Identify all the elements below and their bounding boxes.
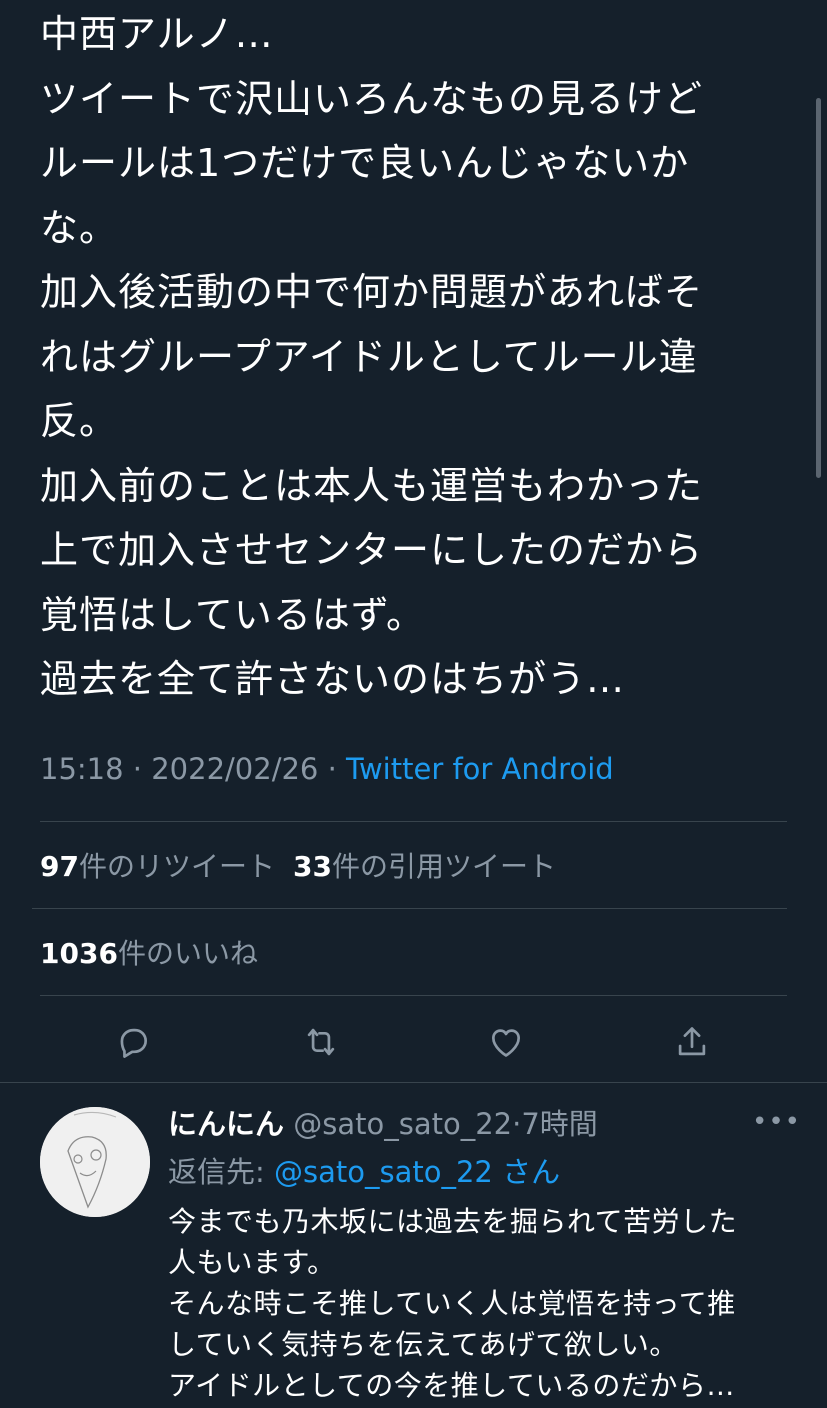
reply-text: 今までも乃木坂には過去を掘られて苦労した 人もいます。 そんな時こそ推していく人… xyxy=(168,1201,808,1406)
likes-link[interactable]: 1036件のいいね xyxy=(40,937,258,970)
tweet-metadata: 15:18 · 2022/02/26 · Twitter for Android xyxy=(40,752,614,786)
reply-text-line: そんな時こそ推していく人は覚悟を持って推 xyxy=(168,1287,736,1320)
quotes-count: 33 xyxy=(292,850,332,883)
tweet-source-link[interactable]: Twitter for Android xyxy=(346,752,614,786)
tweet-text-line: 上で加入させセンターにしたのだから xyxy=(40,528,704,572)
scrollbar[interactable] xyxy=(816,98,821,478)
replying-to-mention[interactable]: @sato_sato_22 さん xyxy=(274,1155,560,1189)
reply-text-line: していく気持ちを伝えてあげて欲しい。 xyxy=(168,1328,678,1361)
tweet-text-line: な。 xyxy=(40,205,119,250)
tweet-text-line: 加入後活動の中で何か問題があればそ xyxy=(40,270,704,314)
likes-count: 1036 xyxy=(40,937,118,970)
tweet-text-line: 過去を全て許さないのはちがう… xyxy=(40,657,626,701)
likes-label: 件のいいね xyxy=(117,937,258,970)
reply-handle[interactable]: @sato_sato_22 xyxy=(293,1107,512,1141)
reply-header: にんにん @sato_sato_22·7時間 xyxy=(168,1101,598,1143)
reply-text-line: 人もいます。 xyxy=(168,1246,336,1279)
action-bar xyxy=(0,1015,827,1069)
quotes-link[interactable]: 33件の引用ツイート xyxy=(293,850,556,883)
mention-handle: @sato_sato_22 xyxy=(274,1155,493,1189)
meta-separator: · xyxy=(318,752,347,786)
tweet-text-line: ツイートで沢山いろんなもの見るけど xyxy=(40,76,704,121)
more-options-icon[interactable]: ••• xyxy=(752,1107,801,1137)
replying-to-label: 返信先: xyxy=(168,1155,265,1189)
reply-text-line: アイドルとしての今を推しているのだから… xyxy=(168,1369,735,1402)
meta-separator: · xyxy=(123,752,152,786)
divider xyxy=(32,908,787,909)
tweet-text-line: 反。 xyxy=(40,399,119,443)
retweets-link[interactable]: 97件のリツイート xyxy=(40,850,275,883)
reply-button[interactable] xyxy=(106,1015,160,1069)
tweet-time: 15:18 xyxy=(40,752,124,786)
retweet-button[interactable] xyxy=(294,1015,348,1069)
avatar-drawing xyxy=(40,1107,150,1217)
like-icon xyxy=(491,1029,521,1057)
reply-icon xyxy=(120,1028,148,1058)
time-separator: · xyxy=(512,1107,522,1141)
reply-text-line: 今までも乃木坂には過去を掘られて苦労した xyxy=(168,1205,738,1238)
avatar[interactable] xyxy=(40,1107,150,1217)
retweets-label: 件のリツイート xyxy=(78,850,275,883)
replying-to: 返信先: @sato_sato_22 さん xyxy=(168,1149,560,1191)
tweet-text-line: れはグループアイドルとしてルール違 xyxy=(40,334,698,379)
reply-tweet[interactable]: にんにん @sato_sato_22·7時間 ••• 返信先: @sato_sa… xyxy=(0,1083,827,1408)
retweet-stats: 97件のリツイート 33件の引用ツイート xyxy=(40,845,556,885)
tweet-date: 2022/02/26 xyxy=(151,752,319,786)
reply-time[interactable]: 7時間 xyxy=(521,1107,597,1141)
tweet-text-line: ルールは1つだけで良いんじゃないか xyxy=(40,141,690,185)
quotes-label: 件の引用ツイート xyxy=(331,850,556,883)
like-button[interactable] xyxy=(479,1015,533,1069)
retweet-icon xyxy=(307,1028,335,1056)
share-button[interactable] xyxy=(665,1015,719,1069)
mention-suffix: さん xyxy=(502,1155,561,1189)
retweets-count: 97 xyxy=(40,850,79,883)
tweet-text-line: 加入前のことは本人も運営もわかった xyxy=(40,463,704,508)
tweet-text-line: 中西アルノ… xyxy=(40,12,274,56)
reply-display-name[interactable]: にんにん xyxy=(168,1107,284,1141)
tweet-text: 中西アルノ… ツイートで沢山いろんなもの見るけど ルールは1つだけで良いんじゃな… xyxy=(40,2,800,712)
likes-stats: 1036件のいいね xyxy=(40,932,258,972)
divider xyxy=(40,821,787,822)
divider xyxy=(40,995,787,996)
tweet-text-line: 覚悟はしているはず。 xyxy=(40,592,426,637)
share-icon xyxy=(678,1027,706,1056)
